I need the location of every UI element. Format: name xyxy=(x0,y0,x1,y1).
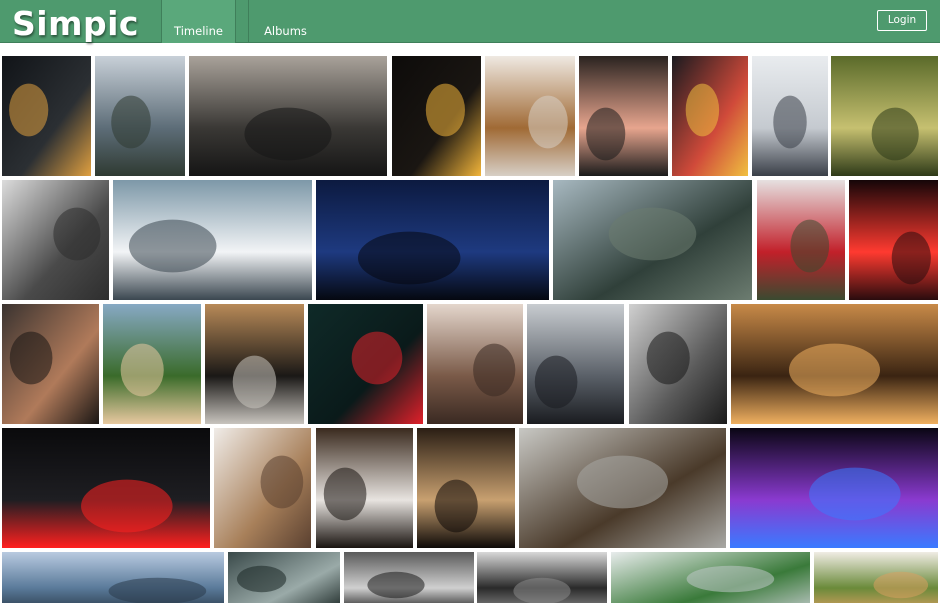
top-header: Simpic Timeline Albums Login xyxy=(0,0,940,43)
photo-thumbnail[interactable] xyxy=(831,56,938,176)
photo-thumbnail[interactable] xyxy=(2,180,109,300)
photo-thumbnail[interactable] xyxy=(731,304,938,424)
photo-thumbnail[interactable] xyxy=(752,56,828,176)
photo-thumbnail[interactable] xyxy=(392,56,481,176)
photo-thumbnail[interactable] xyxy=(308,304,423,424)
photo-thumbnail[interactable] xyxy=(2,428,210,548)
photo-thumbnail[interactable] xyxy=(672,56,748,176)
photo-thumbnail[interactable] xyxy=(814,552,938,603)
photo-thumbnail[interactable] xyxy=(2,552,224,603)
photo-thumbnail[interactable] xyxy=(757,180,845,300)
tab-timeline[interactable]: Timeline xyxy=(161,0,236,43)
photo-thumbnail[interactable] xyxy=(527,304,624,424)
photo-thumbnail[interactable] xyxy=(103,304,201,424)
photo-thumbnail[interactable] xyxy=(417,428,515,548)
photo-thumbnail[interactable] xyxy=(228,552,340,603)
photo-thumbnail[interactable] xyxy=(214,428,311,548)
photo-thumbnail[interactable] xyxy=(189,56,387,176)
tab-albums[interactable]: Albums xyxy=(248,0,322,43)
photo-thumbnail[interactable] xyxy=(427,304,523,424)
photo-thumbnail[interactable] xyxy=(95,56,185,176)
photo-thumbnail[interactable] xyxy=(579,56,668,176)
photo-thumbnail[interactable] xyxy=(519,428,726,548)
photo-thumbnail[interactable] xyxy=(205,304,304,424)
photo-thumbnail[interactable] xyxy=(485,56,575,176)
photo-thumbnail[interactable] xyxy=(553,180,752,300)
photo-thumbnail[interactable] xyxy=(611,552,810,603)
photo-gallery xyxy=(0,43,940,603)
photo-thumbnail[interactable] xyxy=(730,428,938,548)
photo-thumbnail[interactable] xyxy=(849,180,938,300)
photo-thumbnail[interactable] xyxy=(2,56,91,176)
photo-thumbnail[interactable] xyxy=(316,180,549,300)
app-logo[interactable]: Simpic xyxy=(12,4,139,44)
login-button[interactable]: Login xyxy=(877,10,927,31)
photo-thumbnail[interactable] xyxy=(629,304,727,424)
photo-thumbnail[interactable] xyxy=(344,552,474,603)
photo-thumbnail[interactable] xyxy=(477,552,607,603)
photo-thumbnail[interactable] xyxy=(316,428,413,548)
photo-thumbnail[interactable] xyxy=(2,304,99,424)
photo-thumbnail[interactable] xyxy=(113,180,312,300)
